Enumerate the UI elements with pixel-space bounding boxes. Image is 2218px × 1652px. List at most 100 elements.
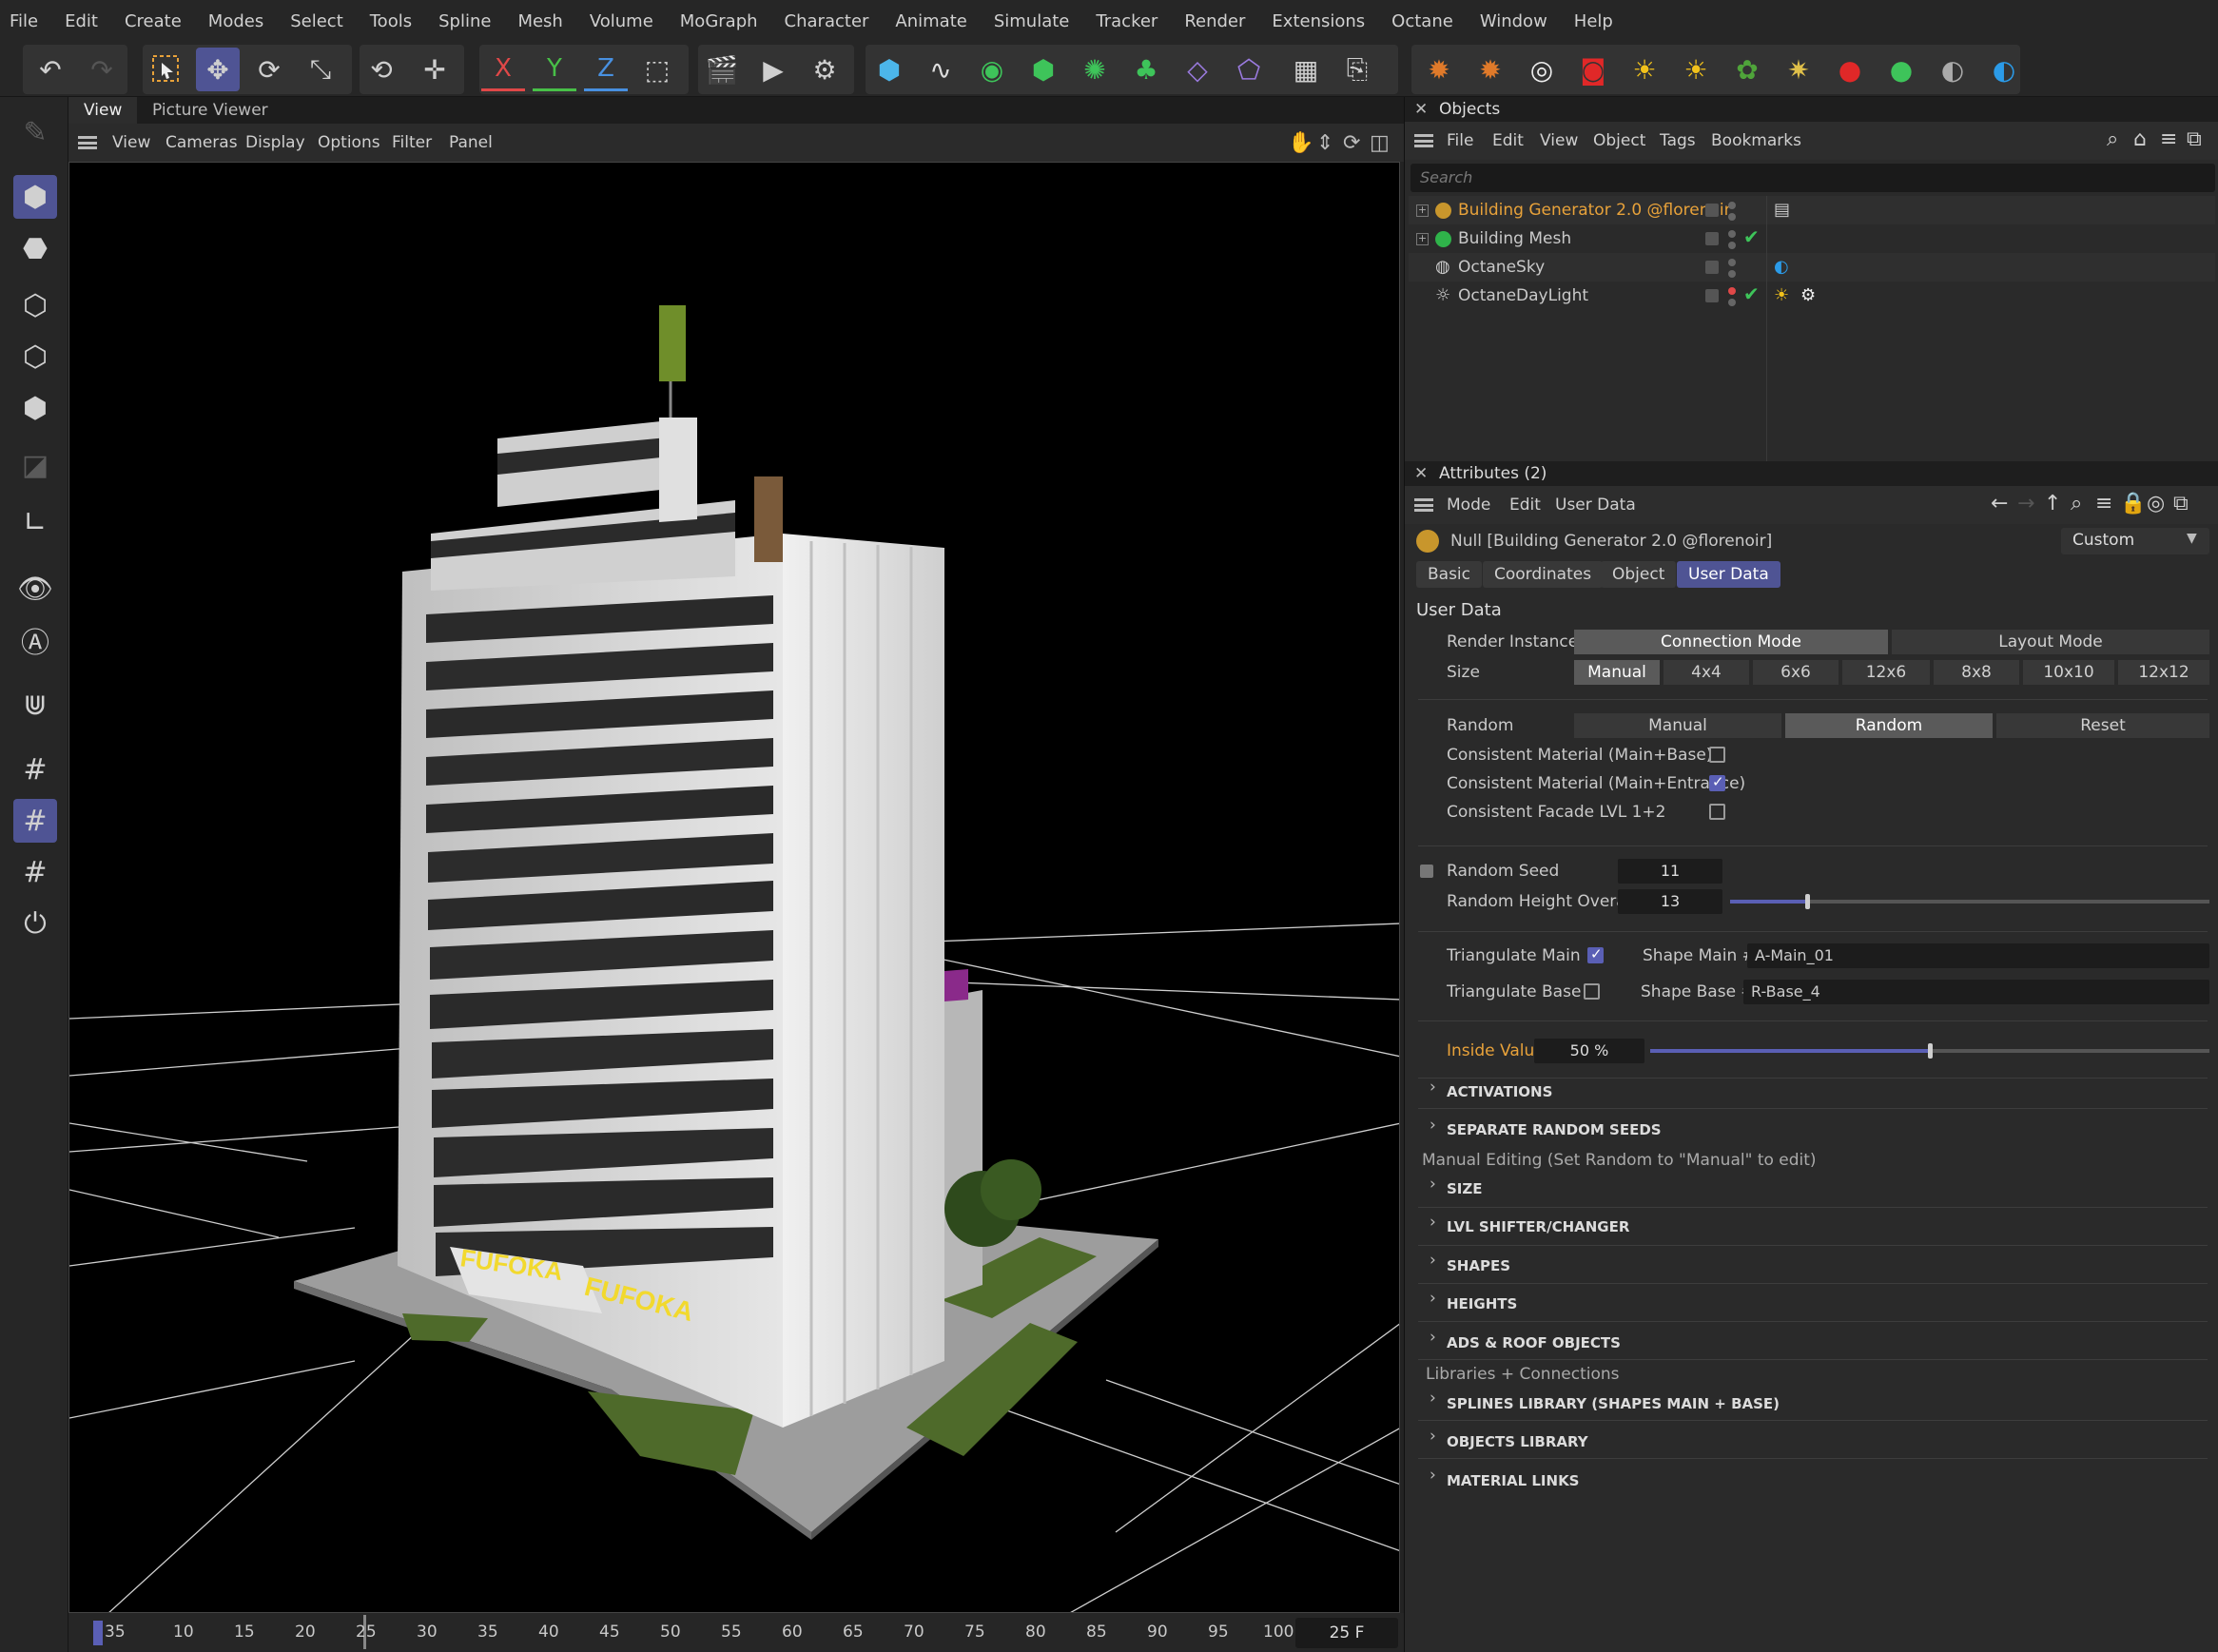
mograph-icon[interactable]: ♣	[1124, 48, 1168, 91]
size-8x8-button[interactable]: 8x8	[1934, 660, 2019, 685]
render-visibility-dot[interactable]	[1728, 213, 1736, 221]
object-row-building-mesh[interactable]: + Building Mesh ✔	[1409, 224, 2215, 253]
size-12x12-button[interactable]: 12x12	[2118, 660, 2209, 685]
section-splines-library[interactable]: SPLINES LIBRARY (SHAPES MAIN + BASE)	[1447, 1395, 1780, 1412]
menu-edit[interactable]: Edit	[65, 11, 98, 31]
objects-menu-object[interactable]: Object	[1593, 131, 1645, 150]
menu-volume[interactable]: Volume	[590, 11, 653, 31]
tab-view[interactable]: View	[68, 97, 138, 124]
auto-keying-icon[interactable]: Ⓐ	[13, 618, 57, 662]
menu-character[interactable]: Character	[785, 11, 869, 31]
cloner-icon[interactable]: ✺	[1073, 48, 1117, 91]
section-ads-roof[interactable]: ADS & ROOF OBJECTS	[1447, 1334, 1621, 1351]
menu-render[interactable]: Render	[1184, 11, 1245, 31]
viewport-menu-cameras[interactable]: Cameras	[165, 133, 238, 152]
model-mode-icon[interactable]: ⬢	[13, 175, 57, 219]
expand-icon[interactable]: +	[1416, 204, 1429, 217]
octane-sky-tag-icon[interactable]: ◐	[1774, 253, 1789, 282]
close-objects-icon[interactable]: ✕	[1414, 97, 1428, 122]
render-visibility-dot[interactable]	[1728, 299, 1736, 306]
cube-icon[interactable]: ⬢	[867, 48, 911, 91]
triangulate-main-checkbox[interactable]	[1587, 945, 1604, 963]
timeline[interactable]: 35 10 15 20 25 30 35 40 45 50 55 60 65 7…	[68, 1613, 1404, 1652]
target-icon[interactable]: ◎	[2147, 492, 2165, 515]
viewport-menu-display[interactable]: Display	[245, 133, 305, 152]
layer-toggle[interactable]	[1705, 261, 1719, 274]
render-view-icon[interactable]: ▶	[751, 48, 795, 91]
chevron-right-icon[interactable]: ›	[1430, 1078, 1436, 1097]
settings-tag-icon[interactable]: ⚙	[1800, 282, 1816, 310]
rotate-icon[interactable]: ⟳	[247, 48, 291, 91]
object-row-octanedaylight[interactable]: ☼ OctaneDayLight ✔ ☀ ⚙	[1409, 282, 2215, 310]
object-row-building-generator[interactable]: + Building Generator 2.0 @florenoir ▤	[1409, 196, 2215, 224]
viewport-hamburger-icon[interactable]	[78, 136, 97, 149]
menu-create[interactable]: Create	[125, 11, 182, 31]
octane-vdb-icon[interactable]: ●	[1879, 48, 1923, 91]
current-frame-field[interactable]: 25 F	[1295, 1618, 1398, 1648]
subdivision-icon[interactable]: ◉	[970, 48, 1014, 91]
octane-explosion2-icon[interactable]: ✹	[1469, 48, 1512, 91]
octane-sky-icon[interactable]: ◐	[1982, 48, 2026, 91]
axis-x-toggle[interactable]: X	[481, 48, 525, 91]
random-seed-field[interactable]: 11	[1618, 859, 1722, 884]
inside-value-slider[interactable]	[1650, 1043, 2209, 1059]
octane-daylight-icon[interactable]: ☀	[1674, 48, 1718, 91]
timeline-start-marker[interactable]	[93, 1621, 103, 1645]
menu-help[interactable]: Help	[1574, 11, 1613, 31]
chevron-right-icon[interactable]: ›	[1430, 1175, 1436, 1194]
chevron-right-icon[interactable]: ›	[1430, 1251, 1436, 1270]
layout-mode-button[interactable]: Layout Mode	[1892, 630, 2209, 654]
layer-toggle[interactable]	[1705, 289, 1719, 302]
section-size[interactable]: SIZE	[1447, 1180, 1483, 1197]
edit-mode-icon[interactable]: ✎	[13, 110, 57, 154]
orbit-icon[interactable]: ⟳	[1343, 131, 1360, 155]
viewport-menu-filter[interactable]: Filter	[392, 133, 432, 152]
up-arrow-icon[interactable]: ↑	[2044, 492, 2061, 515]
section-lvl-shifter[interactable]: LVL SHIFTER/CHANGER	[1447, 1218, 1629, 1235]
editor-visibility-dot[interactable]	[1728, 259, 1736, 266]
object-name[interactable]: OctaneSky	[1458, 253, 1545, 282]
object-name[interactable]: Building Generator 2.0 @florenoir	[1458, 196, 1731, 224]
uv-mode-icon[interactable]: ◪	[13, 443, 57, 487]
chevron-right-icon[interactable]: ›	[1430, 1466, 1436, 1485]
menu-select[interactable]: Select	[290, 11, 343, 31]
menu-octane[interactable]: Octane	[1391, 11, 1453, 31]
coordinate-system-icon[interactable]: ⬚	[635, 48, 679, 91]
home-icon[interactable]: ⌂	[2133, 127, 2147, 151]
consistent-main-entrance-checkbox[interactable]	[1709, 773, 1725, 791]
object-name[interactable]: Building Mesh	[1458, 224, 1571, 253]
random-reset-button[interactable]: Reset	[1996, 713, 2209, 738]
section-shapes[interactable]: SHAPES	[1447, 1257, 1510, 1274]
close-attributes-icon[interactable]: ✕	[1414, 461, 1428, 486]
section-heights[interactable]: HEIGHTS	[1447, 1295, 1517, 1312]
expand-icon[interactable]: +	[1416, 233, 1429, 245]
pan-hand-icon[interactable]: ✋	[1288, 131, 1313, 155]
objects-menu-tags[interactable]: Tags	[1660, 131, 1696, 150]
clapper-icon[interactable]: 🎬	[700, 48, 744, 91]
render-settings-icon[interactable]: ⚙	[803, 48, 846, 91]
object-row-octanesky[interactable]: ◍ OctaneSky ◐	[1409, 253, 2215, 282]
menu-tracker[interactable]: Tracker	[1096, 11, 1158, 31]
search-icon[interactable]: ⌕	[2071, 492, 2082, 515]
transform-icon[interactable]: ⟲	[360, 48, 403, 91]
size-12x6-button[interactable]: 12x6	[1842, 660, 1930, 685]
chevron-right-icon[interactable]: ›	[1430, 1289, 1436, 1308]
chevron-right-icon[interactable]: ›	[1430, 1328, 1436, 1347]
power-icon[interactable]: ⏻	[13, 902, 57, 945]
chevron-right-icon[interactable]: ›	[1430, 1389, 1436, 1408]
random-height-field[interactable]: 13	[1618, 889, 1722, 914]
preset-dropdown[interactable]: Custom ▼	[2061, 528, 2209, 554]
camera-st-icon[interactable]: ⎘	[1335, 48, 1379, 91]
size-10x10-button[interactable]: 10x10	[2023, 660, 2114, 685]
slider-knob[interactable]	[1928, 1043, 1933, 1059]
size-manual-button[interactable]: Manual	[1574, 660, 1660, 685]
axis-z-toggle[interactable]: Z	[584, 48, 628, 91]
solo-icon[interactable]: 👁	[13, 567, 57, 611]
workplane-axis-icon[interactable]: #	[13, 850, 57, 894]
viewport-menu-panel[interactable]: Panel	[449, 133, 493, 152]
menu-mesh[interactable]: Mesh	[517, 11, 562, 31]
section-separate-random-seeds[interactable]: SEPARATE RANDOM SEEDS	[1447, 1121, 1662, 1138]
triangulate-base-checkbox[interactable]	[1584, 983, 1600, 1000]
scale-icon[interactable]: ⤡	[299, 48, 342, 91]
octane-light-icon[interactable]: ✷	[1777, 48, 1820, 91]
